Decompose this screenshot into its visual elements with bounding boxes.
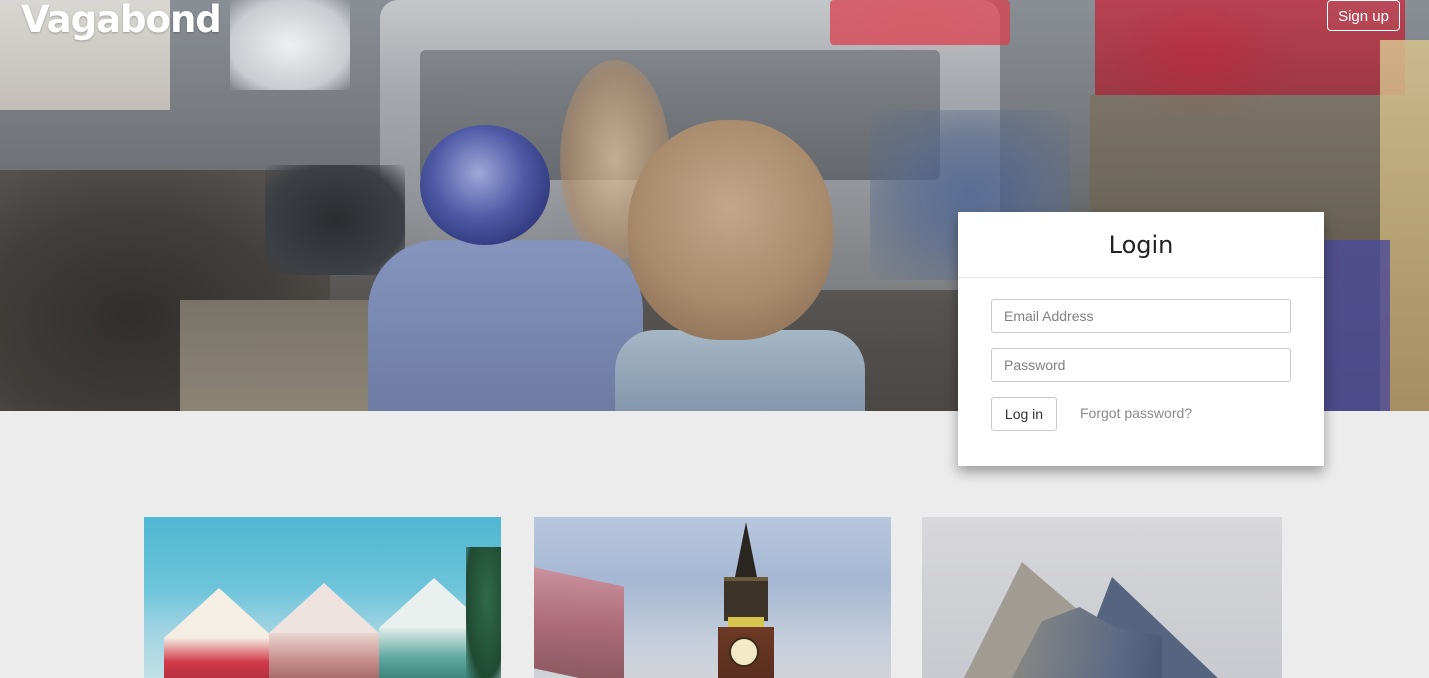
hero-purple-panel	[1320, 240, 1390, 411]
hero-red-sign	[830, 0, 1010, 45]
destination-card-painted-ladies[interactable]	[144, 517, 501, 678]
forgot-password-link[interactable]: Forgot password?	[1080, 405, 1192, 421]
brand-logo[interactable]: Vagabond	[21, 0, 222, 44]
tower-lights	[728, 617, 764, 627]
house-roof	[269, 583, 379, 633]
hero-sky	[230, 0, 350, 90]
tower-belfry	[724, 577, 768, 621]
login-button[interactable]: Log in	[991, 397, 1057, 431]
hero-child-scarf	[615, 330, 865, 411]
password-input[interactable]	[991, 348, 1291, 382]
blurred-bus	[534, 567, 624, 678]
house-facade	[164, 638, 274, 678]
house-illustration	[164, 588, 274, 678]
hero-adult-rider	[368, 240, 643, 411]
hero-car	[265, 165, 405, 275]
hero-child-head	[628, 120, 833, 340]
login-title: Login	[1108, 231, 1174, 259]
page: Vagabond Sign up Login Log in Forgot pas…	[0, 0, 1429, 678]
login-header: Login	[958, 212, 1324, 278]
tower-spire	[734, 522, 758, 582]
hero-road	[180, 300, 400, 411]
house-roof	[164, 588, 274, 638]
hero-helmet	[420, 125, 550, 245]
signup-button[interactable]: Sign up	[1327, 0, 1400, 31]
destination-card-big-ben[interactable]	[534, 517, 891, 678]
house-illustration	[269, 583, 379, 678]
email-input[interactable]	[991, 299, 1291, 333]
destination-card-gibraltar[interactable]	[922, 517, 1282, 678]
login-card: Login Log in Forgot password?	[958, 212, 1324, 466]
tree	[466, 547, 501, 678]
clock-icon	[729, 637, 759, 667]
house-facade	[269, 633, 379, 678]
